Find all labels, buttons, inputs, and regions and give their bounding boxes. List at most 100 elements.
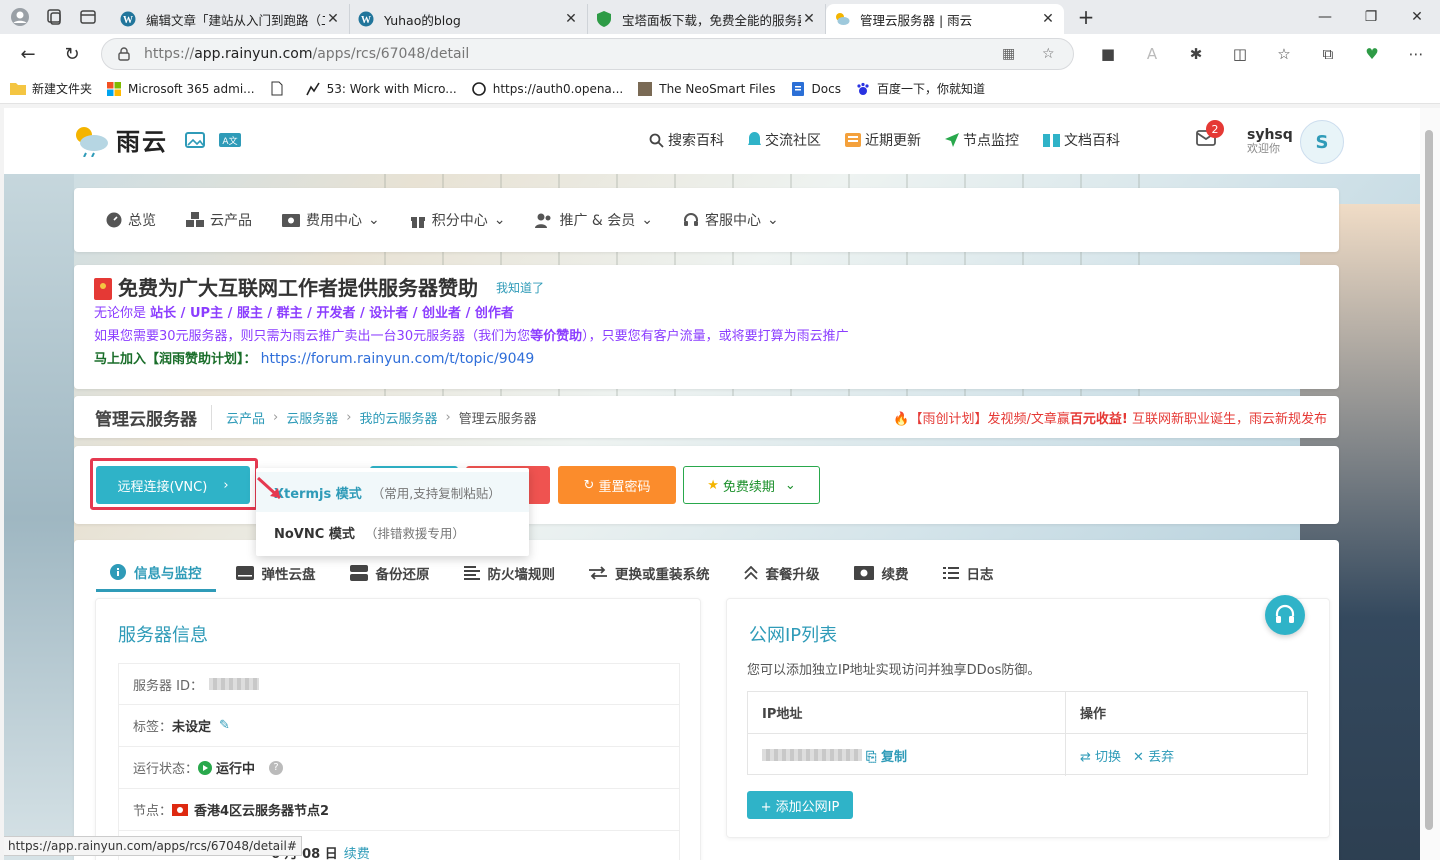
ip-list-title: 公网IP列表 [749,625,838,646]
tab-backup[interactable]: 备份还原 [336,554,444,592]
main-nav: 总览 云产品 费用中心 ⌄ 积分中心 ⌄ 推广 & 会员 ⌄ 客服中心 ⌄ [74,188,1339,252]
chat-icon [748,132,761,148]
close-window-icon[interactable]: ✕ [1394,0,1440,34]
tab-logs[interactable]: 日志 [929,554,1008,592]
nav-community[interactable]: 交流社区 [748,130,821,150]
browser-tab[interactable]: 宝塔面板下载，免费全能的服务器 ✕ [588,4,826,34]
nav-search-wiki[interactable]: 搜索百科 [649,130,724,150]
promo-notice[interactable]: 🔥【雨创计划】发视频/文章赢百元收益! 互联网新职业诞生，雨云新规发布 [893,408,1327,427]
avatar[interactable]: S [1300,120,1344,164]
breadcrumb-link[interactable]: 云服务器 [286,408,338,427]
vnc-connect-button[interactable]: 远程连接(VNC) › [96,466,250,504]
switch-ip-button[interactable]: ⇄ 切换 [1080,750,1121,765]
free-renew-button[interactable]: ★ 免费续期 ⌄ [683,466,820,504]
nav-billing[interactable]: 费用中心 ⌄ [282,210,380,230]
chevron-down-icon: ⌄ [641,212,654,228]
site-logo[interactable]: 雨云 A文 [72,122,242,157]
tab-reinstall[interactable]: 更换或重装系统 [575,554,724,592]
bookmark-item[interactable]: Microsoft 365 admi... [106,81,255,97]
split-screen-icon[interactable]: ◫ [1222,38,1258,70]
add-public-ip-button[interactable]: + 添加公网IP [747,791,853,819]
favorite-star-icon[interactable]: ☆ [1042,46,1055,62]
tab-actions-icon[interactable] [74,3,102,31]
new-tab-icon[interactable]: + [1072,5,1100,29]
nav-node-monitor[interactable]: 节点监控 [945,130,1019,150]
news-icon [845,133,861,147]
bookmark-folder[interactable]: 新建文件夹 [10,80,92,97]
bookmark-item[interactable]: Docs [790,81,841,97]
breadcrumb-link[interactable]: 云产品 [226,408,265,427]
swap-icon [589,566,607,580]
nav-cloud-products[interactable]: 云产品 [186,210,252,230]
tab-cloud-disk[interactable]: 弹性云盘 [222,554,330,592]
page-scrollbar[interactable] [1420,108,1440,860]
renew-link[interactable]: 续费 [344,843,370,860]
headset-icon [683,212,699,228]
close-tab-icon[interactable]: ✕ [801,11,817,27]
docs-icon [790,81,806,97]
bookmark-item[interactable]: The NeoSmart Files [637,81,776,97]
favorites-icon[interactable]: ☆ [1266,38,1302,70]
reset-password-button[interactable]: ↻ 重置密码 [558,466,676,504]
edit-icon[interactable]: ✎ [219,718,230,733]
more-menu-icon[interactable]: ⋯ [1398,38,1434,70]
extension-icon[interactable]: ■ [1090,38,1126,70]
url-field[interactable]: https://app.rainyun.com/apps/rcs/67048/d… [101,38,1074,70]
nav-support[interactable]: 客服中心 ⌄ [683,210,779,230]
browser-tab[interactable]: W 编辑文章「建站从入门到跑路（二 ✕ [112,4,350,34]
bookmark-item[interactable]: https://auth0.opena... [471,81,623,97]
workspaces-icon[interactable] [40,3,68,31]
browser-tab-active[interactable]: 管理云服务器 | 雨云 ✕ [826,4,1064,34]
scrollbar-thumb[interactable] [1425,130,1433,830]
tag-row: 标签： 未设定 ✎ [118,705,680,747]
nav-promotion[interactable]: 推广 & 会员 ⌄ [535,210,653,230]
browser-tab[interactable]: W Yuhao的blog ✕ [350,4,588,34]
bookmarks-bar: 新建文件夹 Microsoft 365 admi... 53: Work wit… [0,74,1440,104]
nav-updates[interactable]: 近期更新 [845,130,921,150]
tab-renew[interactable]: 续费 [840,554,923,592]
bookmark-item[interactable]: 53: Work with Micro... [305,81,457,97]
browser-essentials-icon[interactable]: ♥ [1354,38,1390,70]
refresh-icon[interactable]: ↻ [54,36,90,72]
maximize-icon[interactable]: ❐ [1348,0,1394,34]
minimize-icon[interactable]: — [1302,0,1348,34]
detail-tabs: 信息与监控 弹性云盘 备份还原 防火墙规则 更换或重装系统 套餐升级 续费 日志 [96,554,1014,592]
tab-info-monitor[interactable]: 信息与监控 [96,554,216,592]
close-tab-icon[interactable]: ✕ [325,11,341,27]
tab-upgrade[interactable]: 套餐升级 [730,554,834,592]
bookmark-item[interactable]: 百度一下，你就知道 [855,80,985,97]
breadcrumb-link[interactable]: 我的云服务器 [359,408,437,427]
forum-link[interactable]: https://forum.rainyun.com/t/topic/9049 [261,351,535,367]
tab-firewall[interactable]: 防火墙规则 [450,554,570,592]
help-icon[interactable]: ? [269,760,284,775]
app-available-icon[interactable]: ▦ [1002,46,1015,62]
image-icon[interactable] [184,131,206,149]
nav-overview[interactable]: 总览 [106,210,156,230]
translate-icon[interactable]: A文 [218,131,242,149]
bookmark-item[interactable] [269,81,291,97]
close-tab-icon[interactable]: ✕ [563,11,579,27]
money-icon [282,213,300,227]
copy-button[interactable]: ⎘ 复制 [866,746,907,765]
rainyun-icon [834,11,850,27]
dropdown-item-xtermjs[interactable]: Xtermjs 模式 （常用,支持复制粘贴） [256,472,529,512]
book-icon [1043,133,1060,147]
back-icon[interactable]: ← [10,36,46,72]
list-icon [463,566,480,580]
chevron-down-icon: ⌄ [368,212,380,228]
extensions-icon[interactable]: ✱ [1178,38,1214,70]
breadcrumb: 管理云服务器 云产品 › 云服务器 › 我的云服务器 › 管理云服务器 🔥【雨创计划】… [74,396,1339,438]
discard-ip-button[interactable]: ✕ 丢弃 [1133,750,1174,765]
neosmart-icon [637,81,653,97]
profile-icon[interactable] [6,3,34,31]
nav-points[interactable]: 积分中心 ⌄ [410,210,505,230]
dismiss-link[interactable]: 我知道了 [496,277,544,300]
close-tab-icon[interactable]: ✕ [1040,11,1056,27]
breadcrumb-separator: › [445,409,451,425]
dropdown-item-novnc[interactable]: NoVNC 模式 （排错救援专用） [256,512,529,552]
support-headset-icon[interactable] [1265,595,1305,635]
nav-docs[interactable]: 文档百科 [1043,130,1120,150]
read-aloud-icon[interactable]: A [1134,38,1170,70]
collections-icon[interactable]: ⧉ [1310,38,1346,70]
user-menu[interactable]: syhsq 欢迎你 [1247,128,1293,156]
